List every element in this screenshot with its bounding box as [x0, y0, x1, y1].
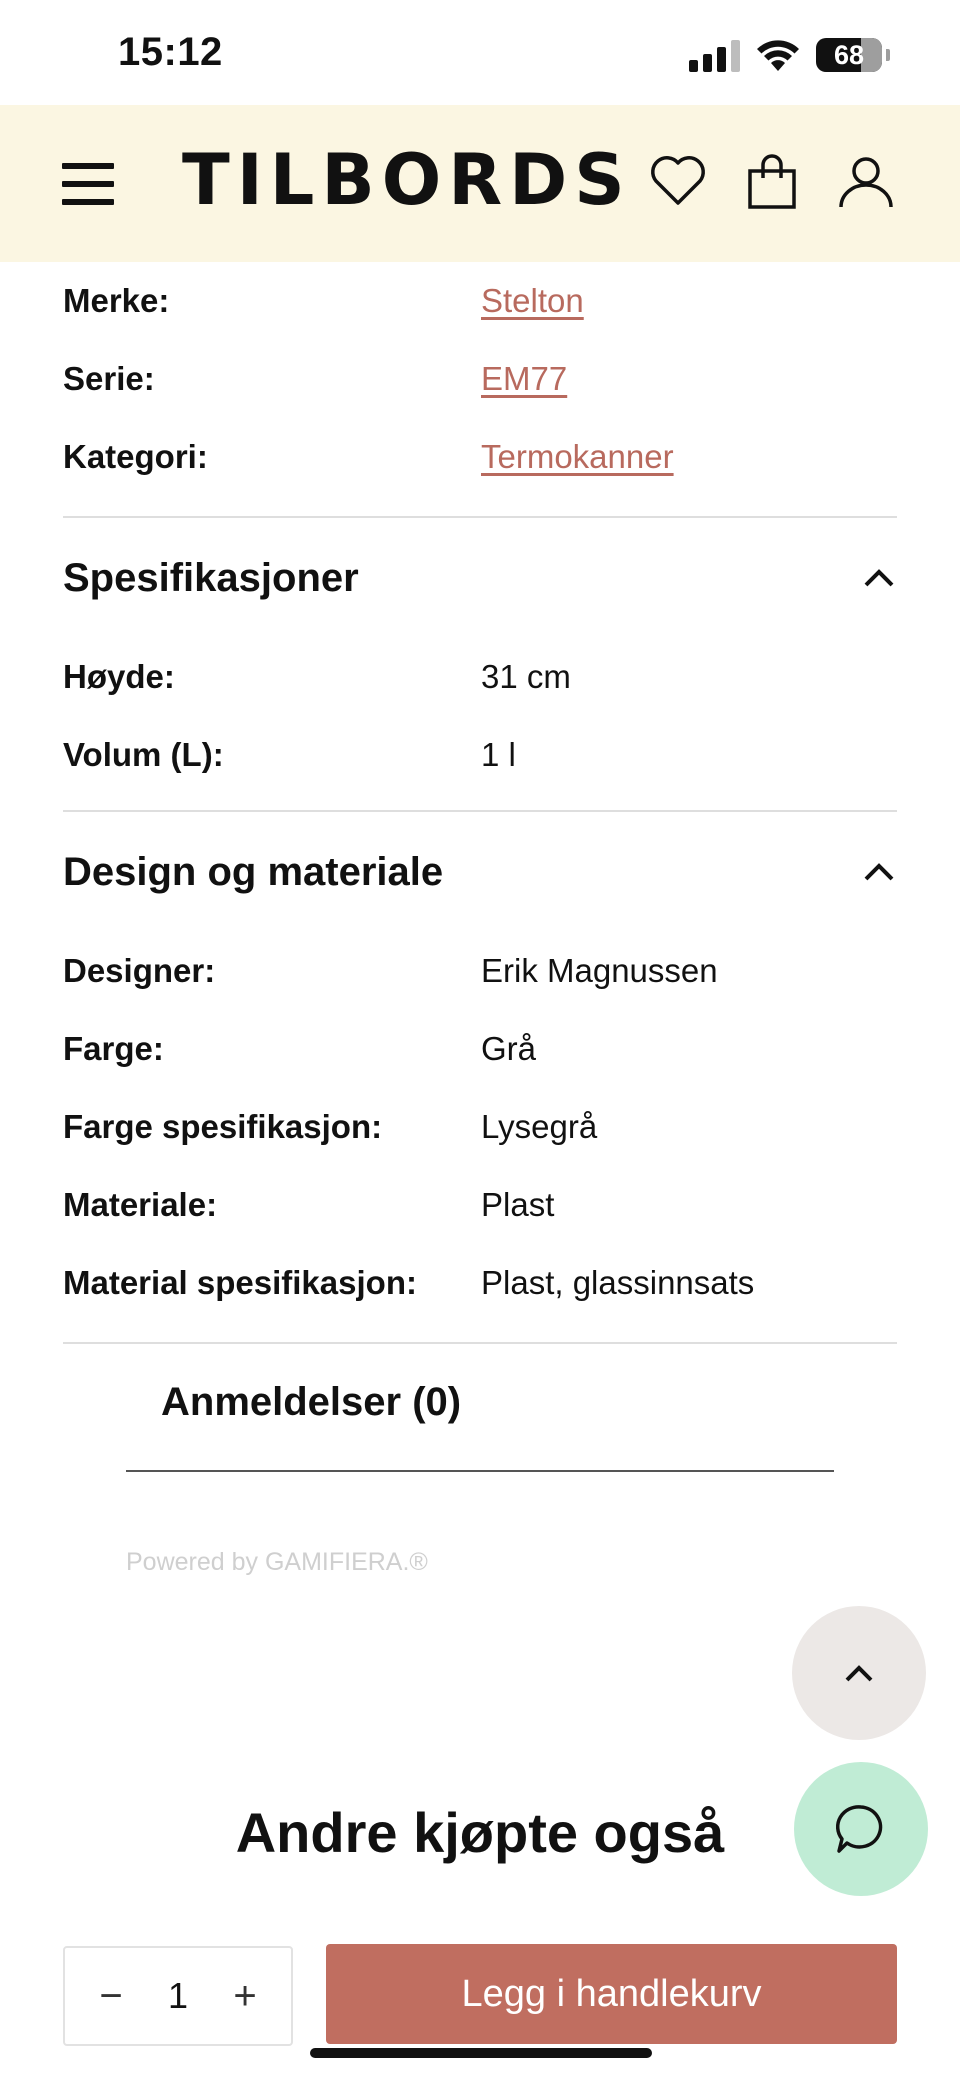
info-label: Merke:	[63, 282, 170, 319]
design-label: Farge spesifikasjon:	[63, 1108, 383, 1145]
shopping-bag-icon[interactable]	[742, 151, 802, 211]
site-logo[interactable]: TILBORDS	[182, 139, 632, 221]
user-account-icon[interactable]	[836, 151, 896, 211]
reviews-title: Anmeldelser (0)	[161, 1380, 462, 1424]
chevron-up-icon[interactable]	[861, 560, 897, 596]
design-header[interactable]: Design og materiale	[63, 812, 897, 932]
scroll-to-top-button[interactable]	[792, 1606, 926, 1740]
info-label: Serie:	[63, 360, 155, 397]
spec-value: 31 cm	[481, 658, 571, 695]
category-link[interactable]: Termokanner	[481, 438, 674, 476]
info-label: Kategori:	[63, 438, 208, 475]
wishlist-heart-icon[interactable]	[648, 151, 708, 211]
specifications-title: Spesifikasjoner	[63, 555, 359, 600]
cellular-signal-icon	[689, 38, 740, 72]
wifi-icon	[757, 40, 799, 71]
design-label: Materiale:	[63, 1186, 218, 1223]
spec-label: Volum (L):	[63, 736, 224, 773]
hamburger-menu-icon[interactable]	[62, 163, 114, 205]
quantity-stepper: − 1 +	[63, 1946, 293, 2046]
add-to-cart-button[interactable]: Legg i handlekurv	[326, 1944, 897, 2044]
home-indicator[interactable]	[310, 2048, 652, 2058]
info-row-series: Serie: EM77	[63, 340, 897, 418]
status-time: 15:12	[118, 30, 223, 74]
design-value: Lysegrå	[481, 1108, 598, 1145]
info-row-category: Kategori: Termokanner	[63, 418, 897, 496]
design-value: Plast, glassinnsats	[481, 1264, 755, 1301]
battery-level: 68	[833, 39, 865, 70]
series-link[interactable]: EM77	[481, 360, 567, 398]
design-label: Material spesifikasjon:	[63, 1264, 417, 1301]
design-value: Erik Magnussen	[481, 952, 718, 989]
design-label: Farge:	[63, 1030, 164, 1067]
design-label: Designer:	[63, 952, 216, 989]
chevron-up-icon	[845, 1665, 873, 1682]
powered-by-text: Powered by GAMIFIERA.®	[126, 1548, 428, 1576]
status-indicators: 68	[689, 38, 890, 72]
status-bar: 15:12 68	[0, 0, 960, 105]
design-row: Designer: Erik Magnussen	[63, 932, 897, 1010]
design-row: Farge spesifikasjon: Lysegrå	[63, 1088, 897, 1166]
header-actions	[648, 151, 896, 211]
info-row-brand: Merke: Stelton	[63, 262, 897, 340]
design-row: Materiale: Plast	[63, 1166, 897, 1244]
also-bought-heading: Andre kjøpte også	[235, 1801, 725, 1864]
battery-icon: 68	[816, 38, 882, 72]
product-details: Merke: Stelton Serie: EM77 Kategori: Ter…	[63, 262, 897, 1344]
decrease-quantity-button[interactable]: −	[91, 1974, 131, 2019]
quantity-value[interactable]: 1	[168, 1975, 188, 2017]
spec-row: Høyde: 31 cm	[63, 638, 897, 716]
site-header: TILBORDS	[0, 105, 960, 262]
design-title: Design og materiale	[63, 849, 444, 894]
design-value: Plast	[481, 1186, 555, 1223]
brand-link[interactable]: Stelton	[481, 282, 584, 320]
design-row: Material spesifikasjon: Plast, glassinns…	[63, 1244, 897, 1322]
increase-quantity-button[interactable]: +	[225, 1974, 265, 2019]
design-row: Farge: Grå	[63, 1010, 897, 1088]
reviews-tab[interactable]: Anmeldelser (0)	[126, 1352, 834, 1472]
spec-row: Volum (L): 1 l	[63, 716, 897, 794]
reviews-tab-underline	[126, 1470, 834, 1472]
spec-label: Høyde:	[63, 658, 175, 695]
spec-value: 1 l	[481, 736, 516, 773]
design-value: Grå	[481, 1030, 537, 1067]
chevron-up-icon[interactable]	[861, 854, 897, 890]
section-divider	[63, 1342, 897, 1344]
specifications-header[interactable]: Spesifikasjoner	[63, 518, 897, 638]
